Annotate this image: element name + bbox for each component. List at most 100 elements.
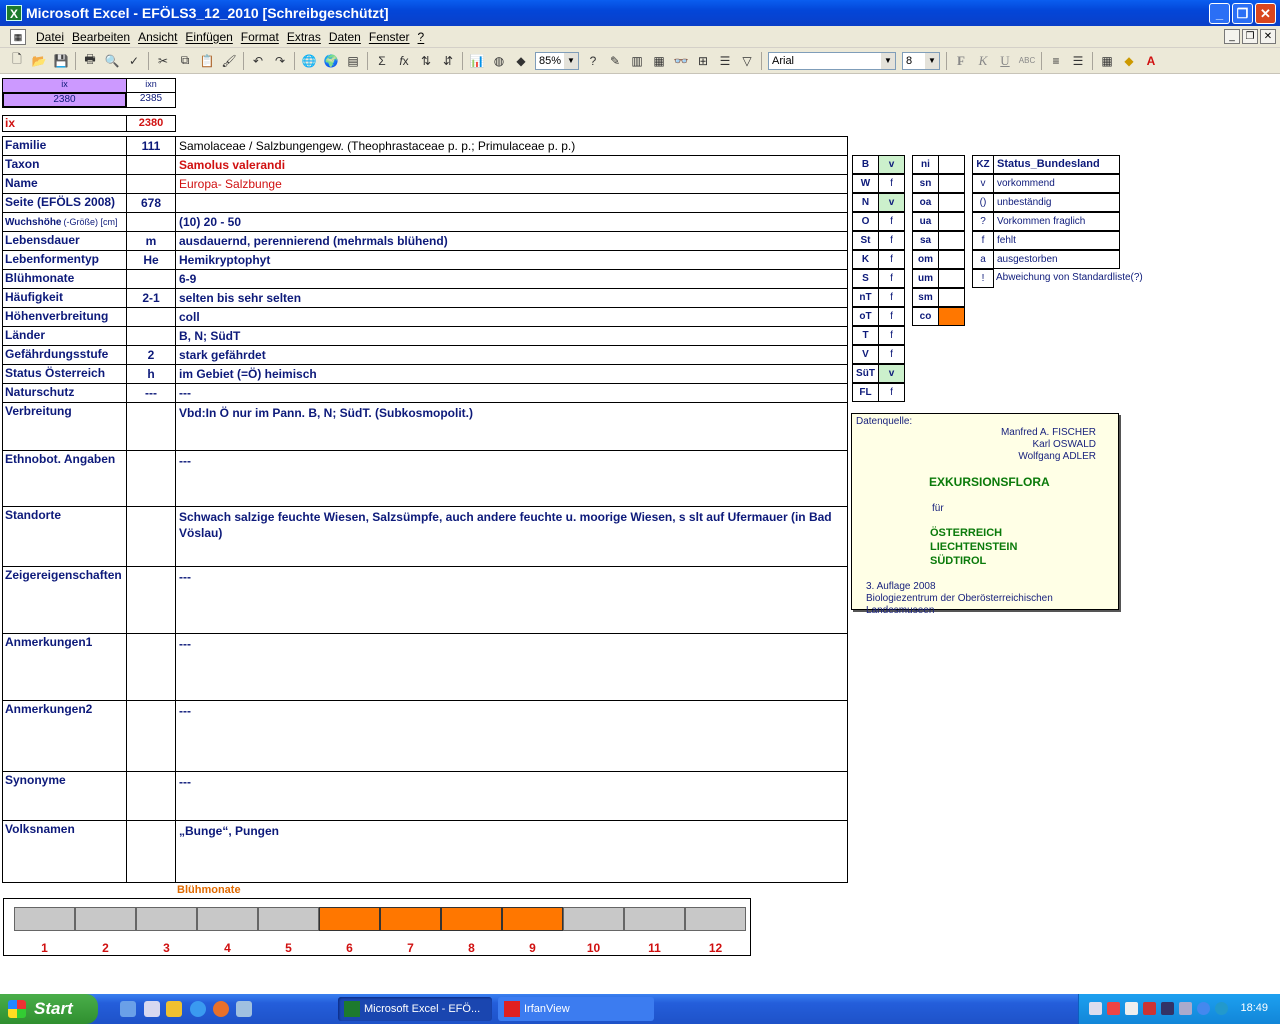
spellcheck-icon[interactable]: ✓: [123, 50, 145, 72]
altitude-code[interactable]: um: [912, 269, 939, 288]
state-value[interactable]: f: [878, 383, 905, 402]
state-value[interactable]: f: [878, 174, 905, 193]
explorer-icon[interactable]: [144, 1001, 160, 1017]
block-code[interactable]: [126, 771, 176, 821]
font-size-combo[interactable]: 8 ▼: [902, 51, 940, 70]
sort-desc-icon[interactable]: ⇵: [437, 50, 459, 72]
altitude-value[interactable]: [938, 174, 965, 193]
block-code[interactable]: [126, 566, 176, 634]
row-value[interactable]: (10) 20 - 50: [175, 212, 848, 232]
open-icon[interactable]: 📂: [28, 50, 50, 72]
media-icon[interactable]: [166, 1001, 182, 1017]
print-preview-icon[interactable]: 🔍: [101, 50, 123, 72]
fill-color-icon[interactable]: ◆: [1118, 50, 1140, 72]
row-value[interactable]: [175, 193, 848, 213]
altitude-value[interactable]: [938, 231, 965, 250]
altitude-code[interactable]: om: [912, 250, 939, 269]
row-label[interactable]: Lebensdauer: [2, 231, 127, 251]
row-label[interactable]: Name: [2, 174, 127, 194]
calculator-icon[interactable]: ▦: [648, 50, 670, 72]
row-value[interactable]: B, N; SüdT: [175, 326, 848, 346]
state-code[interactable]: B: [852, 155, 879, 174]
altitude-code[interactable]: oa: [912, 193, 939, 212]
block-code[interactable]: [126, 820, 176, 883]
zoom-combo[interactable]: 85% ▼: [535, 51, 579, 70]
drawing-icon[interactable]: ◆: [510, 50, 532, 72]
altitude-value[interactable]: [938, 212, 965, 231]
close-button[interactable]: ✕: [1255, 3, 1276, 24]
state-code[interactable]: nT: [852, 288, 879, 307]
menu-datei[interactable]: Datei: [32, 30, 68, 44]
state-value[interactable]: f: [878, 326, 905, 345]
altitude-code[interactable]: co: [912, 307, 939, 326]
row-code[interactable]: He: [126, 250, 176, 270]
block-value[interactable]: ---: [175, 771, 848, 821]
search-icon[interactable]: [1125, 1002, 1138, 1015]
row-value[interactable]: Samolaceae / Salzbungengew. (Theophrasta…: [175, 136, 848, 156]
security-icon[interactable]: [1107, 1002, 1120, 1015]
row-code[interactable]: 111: [126, 136, 176, 156]
row-code[interactable]: m: [126, 231, 176, 251]
block-value[interactable]: ---: [175, 566, 848, 634]
row-value[interactable]: im Gebiet (=Ö) heimisch: [175, 364, 848, 384]
task-excel[interactable]: Microsoft Excel - EFÖ...: [338, 997, 492, 1021]
menu-format[interactable]: Format: [237, 30, 283, 44]
map-icon[interactable]: ◍: [488, 50, 510, 72]
row-code[interactable]: ---: [126, 383, 176, 403]
info-icon[interactable]: [1197, 1002, 1210, 1015]
block-label[interactable]: Anmerkungen1: [2, 633, 127, 701]
row-code[interactable]: [126, 155, 176, 175]
row-label[interactable]: Lebenformentyp: [2, 250, 127, 270]
row-code[interactable]: 678: [126, 193, 176, 213]
web-icon[interactable]: 🌍: [320, 50, 342, 72]
block-value[interactable]: ---: [175, 633, 848, 701]
row-value[interactable]: selten bis sehr selten: [175, 288, 848, 308]
network-icon[interactable]: [1089, 1002, 1102, 1015]
start-button[interactable]: Start: [0, 994, 98, 1024]
ix-label-cell[interactable]: ix: [2, 115, 127, 132]
altitude-value[interactable]: [938, 307, 965, 326]
desktop-icon[interactable]: [120, 1001, 136, 1017]
format-painter-icon[interactable]: 🖌: [218, 50, 240, 72]
cut-icon[interactable]: ✂: [152, 50, 174, 72]
row-label[interactable]: Status Österreich: [2, 364, 127, 384]
state-value[interactable]: v: [878, 155, 905, 174]
shield-icon[interactable]: [1161, 1002, 1174, 1015]
minimize-button[interactable]: _: [1209, 3, 1230, 24]
bold-icon[interactable]: F: [950, 50, 972, 72]
mail-icon[interactable]: [236, 1001, 252, 1017]
chart-wizard-icon[interactable]: ▤: [342, 50, 364, 72]
state-code[interactable]: O: [852, 212, 879, 231]
row-code[interactable]: [126, 269, 176, 289]
altitude-code[interactable]: sa: [912, 231, 939, 250]
state-value[interactable]: v: [878, 193, 905, 212]
block-value[interactable]: ---: [175, 700, 848, 772]
state-code[interactable]: T: [852, 326, 879, 345]
state-value[interactable]: f: [878, 345, 905, 364]
row-value[interactable]: Samolus valerandi: [175, 155, 848, 175]
row-code[interactable]: [126, 212, 176, 232]
workbook-close-button[interactable]: ✕: [1260, 29, 1276, 44]
row-code[interactable]: [126, 307, 176, 327]
help-icon[interactable]: ?: [582, 50, 604, 72]
menu-ansicht[interactable]: Ansicht: [134, 30, 181, 44]
block-label[interactable]: Synonyme: [2, 771, 127, 821]
block-label[interactable]: Anmerkungen2: [2, 700, 127, 772]
altitude-value[interactable]: [938, 155, 965, 174]
ix-header-cell[interactable]: ix: [2, 78, 127, 93]
state-code[interactable]: W: [852, 174, 879, 193]
ixn-value-cell[interactable]: 2385: [126, 92, 176, 108]
row-code[interactable]: [126, 174, 176, 194]
menu-einfuegen[interactable]: Einfügen: [181, 30, 236, 44]
menu-extras[interactable]: Extras: [283, 30, 325, 44]
state-code[interactable]: FL: [852, 383, 879, 402]
filter-icon[interactable]: ▽: [736, 50, 758, 72]
paste-icon[interactable]: 📋: [196, 50, 218, 72]
menu-bearbeiten[interactable]: Bearbeiten: [68, 30, 134, 44]
row-label[interactable]: Naturschutz: [2, 383, 127, 403]
align-center-icon[interactable]: ☰: [1067, 50, 1089, 72]
copy-icon[interactable]: ⧉: [174, 50, 196, 72]
block-label[interactable]: Ethnobot. Angaben: [2, 450, 127, 507]
altitude-value[interactable]: [938, 193, 965, 212]
volume-icon[interactable]: [1179, 1002, 1192, 1015]
